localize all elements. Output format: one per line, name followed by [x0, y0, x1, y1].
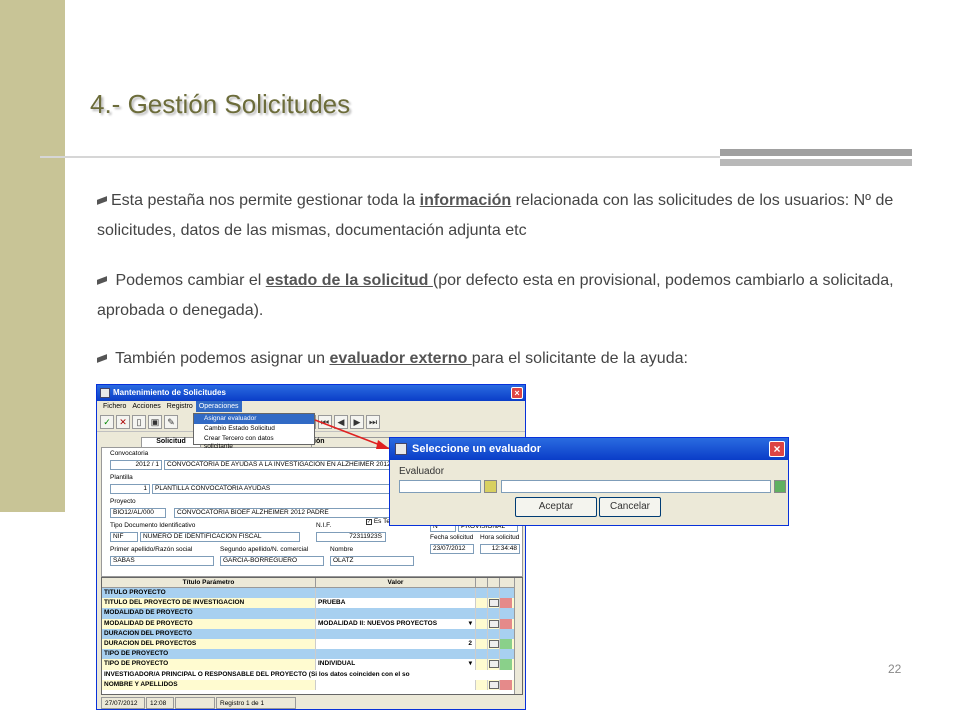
cancelar-button[interactable]: Cancelar [599, 497, 661, 517]
dialog-close-icon[interactable]: × [769, 441, 785, 457]
aceptar-button[interactable]: Aceptar [515, 497, 597, 517]
dialog-titlebar[interactable]: Seleccione un evaluador × [390, 438, 788, 460]
evaluador-code-input[interactable] [399, 480, 481, 493]
evaluador-name-input[interactable] [501, 480, 771, 493]
pointer-arrow [314, 419, 390, 449]
lookup-icon[interactable] [484, 480, 497, 493]
confirm-arrow-icon[interactable] [774, 480, 786, 493]
evaluador-dialog: Seleccione un evaluador × Evaluador Acep… [389, 437, 789, 526]
arrow-line [314, 419, 381, 446]
dialog-app-icon [395, 443, 407, 455]
label-evaluador: Evaluador [399, 466, 445, 477]
arrow-head [376, 440, 390, 449]
